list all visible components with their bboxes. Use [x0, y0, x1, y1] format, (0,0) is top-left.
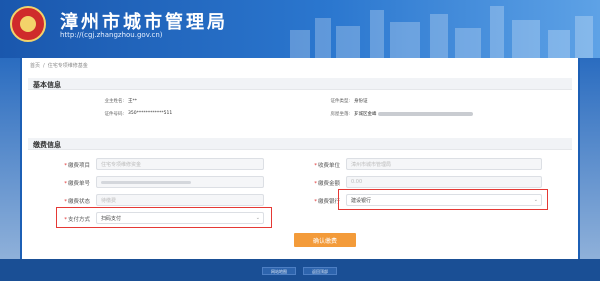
- site-url: http://(cgj.zhangzhou.gov.cn): [60, 31, 163, 39]
- redacted-payment-number: [101, 181, 191, 184]
- house-location-value: 芗城区金峰: [354, 112, 377, 117]
- redacted-address: [378, 112, 473, 116]
- breadcrumb-home-link[interactable]: 首页: [30, 63, 40, 69]
- id-type-label: 证件类型:: [330, 99, 350, 104]
- id-number-label: 证件号码:: [104, 112, 124, 117]
- breadcrumb-current: 住宅专项维修基金: [47, 63, 88, 69]
- id-number-value: 350************511: [128, 111, 173, 116]
- payment-amount-field: 0.00: [346, 176, 542, 188]
- collecting-unit-field: 漳州市城市管理局: [346, 158, 542, 170]
- payment-bank-label: *缴费银行: [314, 199, 340, 205]
- sitemap-link[interactable]: 网站地图: [262, 267, 296, 275]
- breadcrumb: 首页 / 住宅专项维修基金: [30, 63, 88, 69]
- payment-amount-label: *缴费金额: [314, 181, 340, 187]
- background-side-left: [0, 58, 20, 281]
- payment-item-field: 住宅专项维修资金: [96, 158, 264, 170]
- payment-status-field: 待缴费: [96, 194, 264, 206]
- site-banner: 漳州市城市管理局 http://(cgj.zhangzhou.gov.cn): [0, 0, 600, 58]
- background-side-right: [580, 58, 600, 281]
- payment-status-label: *缴费状态: [64, 199, 90, 205]
- site-footer: 网站地图 返回顶部: [0, 259, 600, 281]
- house-location-label: 房屋坐落:: [330, 112, 350, 117]
- back-to-top-link[interactable]: 返回顶部: [303, 267, 337, 275]
- confirm-payment-button[interactable]: 确认缴费: [294, 233, 356, 247]
- payment-info-heading: 缴费信息: [28, 138, 572, 150]
- payment-number-field: [96, 176, 264, 188]
- main-card: 首页 / 住宅专项维修基金 基本信息 业主姓名: 王** 证件类型: 身份证 证件号…: [22, 58, 578, 259]
- payment-number-label: *缴费单号: [64, 181, 90, 187]
- payment-item-label: *缴费项目: [64, 163, 90, 169]
- owner-name-value: 王**: [128, 99, 137, 104]
- collecting-unit-label: *收费单位: [314, 163, 340, 169]
- gov-emblem-logo: [10, 6, 46, 42]
- owner-name-label: 业主姓名:: [104, 99, 124, 104]
- city-skyline-decoration: [290, 6, 593, 58]
- basic-info-heading: 基本信息: [28, 78, 572, 90]
- id-type-value: 身份证: [354, 99, 368, 104]
- highlight-box-bank: [338, 189, 548, 210]
- highlight-box-method: [56, 207, 272, 228]
